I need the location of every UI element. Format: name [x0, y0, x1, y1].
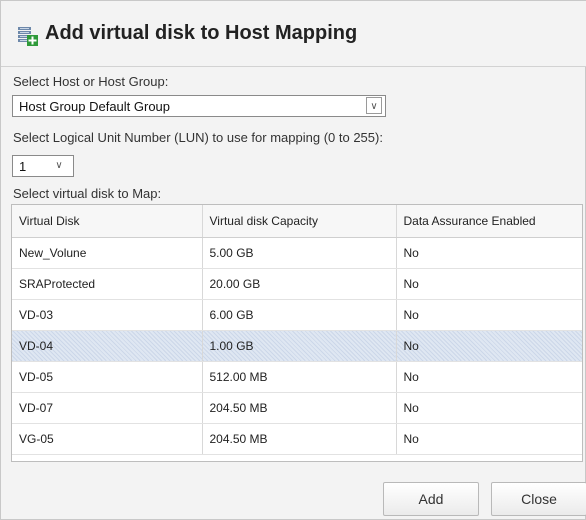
disk-mapping-icon	[18, 27, 38, 46]
host-select[interactable]: Host Group Default Group ∨	[12, 95, 386, 117]
cell-virtual-disk: VG-05	[12, 423, 203, 455]
cell-virtual-disk: SRAProtected	[12, 268, 203, 300]
table-row[interactable]: VD-03 6.00 GB No	[12, 299, 582, 331]
cell-data-assurance: No	[396, 237, 582, 269]
cell-data-assurance: No	[396, 330, 582, 362]
chevron-down-icon[interactable]: ∨	[51, 157, 67, 174]
host-select-value: Host Group Default Group	[19, 99, 171, 114]
column-header-data-assurance[interactable]: Data Assurance Enabled	[396, 205, 582, 238]
cell-virtual-disk: New_Volune	[12, 237, 203, 269]
disk-select-label: Select virtual disk to Map:	[13, 186, 162, 201]
cell-data-assurance: No	[396, 268, 582, 300]
cell-capacity: 1.00 GB	[202, 330, 397, 362]
table-row-selected[interactable]: VD-04 1.00 GB No	[12, 330, 582, 362]
table-row[interactable]: VG-05 204.50 MB No	[12, 423, 582, 455]
host-select-label: Select Host or Host Group:	[13, 74, 169, 89]
cell-capacity: 6.00 GB	[202, 299, 397, 331]
cell-capacity: 512.00 MB	[202, 361, 397, 393]
add-button[interactable]: Add	[383, 482, 479, 516]
lun-select-value: 1	[19, 159, 27, 174]
chevron-down-icon[interactable]: ∨	[366, 97, 382, 114]
lun-select-label: Select Logical Unit Number (LUN) to use …	[13, 130, 383, 145]
cell-capacity: 5.00 GB	[202, 237, 397, 269]
dialog-title-bar: Add virtual disk to Host Mapping	[1, 1, 586, 67]
cell-data-assurance: No	[396, 392, 582, 424]
cell-data-assurance: No	[396, 423, 582, 455]
cell-virtual-disk: VD-05	[12, 361, 203, 393]
table-row[interactable]: New_Volune 5.00 GB No	[12, 237, 582, 269]
add-mapping-dialog: Add virtual disk to Host Mapping Select …	[0, 0, 586, 520]
table-row[interactable]: VD-05 512.00 MB No	[12, 361, 582, 393]
cell-capacity: 204.50 MB	[202, 392, 397, 424]
lun-select[interactable]: 1 ∨	[12, 155, 74, 177]
virtual-disk-table: Virtual Disk Virtual disk Capacity Data …	[11, 204, 583, 462]
table-row[interactable]: VD-07 204.50 MB No	[12, 392, 582, 424]
table-header-row: Virtual Disk Virtual disk Capacity Data …	[12, 205, 582, 238]
close-button[interactable]: Close	[491, 482, 586, 516]
cell-virtual-disk: VD-07	[12, 392, 203, 424]
cell-data-assurance: No	[396, 299, 582, 331]
cell-data-assurance: No	[396, 361, 582, 393]
table-row[interactable]: SRAProtected 20.00 GB No	[12, 268, 582, 300]
column-header-virtual-disk[interactable]: Virtual Disk	[12, 205, 203, 238]
column-header-capacity[interactable]: Virtual disk Capacity	[202, 205, 397, 238]
cell-virtual-disk: VD-03	[12, 299, 203, 331]
cell-capacity: 204.50 MB	[202, 423, 397, 455]
dialog-title: Add virtual disk to Host Mapping	[45, 22, 358, 44]
cell-capacity: 20.00 GB	[202, 268, 397, 300]
cell-virtual-disk: VD-04	[12, 330, 203, 362]
